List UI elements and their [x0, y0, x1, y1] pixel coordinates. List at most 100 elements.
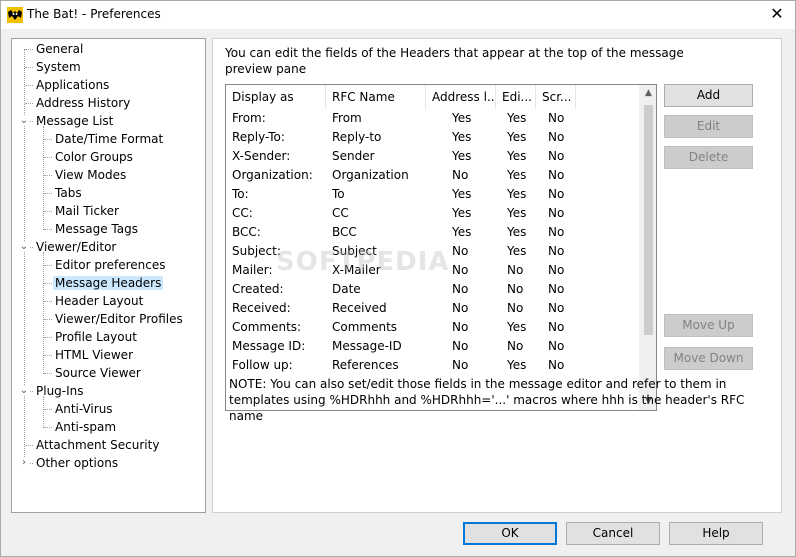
- tree-item[interactable]: Header Layout: [53, 292, 145, 310]
- tree-item[interactable]: Message Headers: [53, 274, 164, 292]
- cell-display-as: Message ID:: [232, 339, 306, 353]
- tree-item[interactable]: General: [34, 40, 85, 58]
- table-row[interactable]: Comments: Comments No Yes No: [226, 318, 640, 337]
- tree-item[interactable]: HTML Viewer: [53, 346, 135, 364]
- table-row[interactable]: Created: Date No No No: [226, 280, 640, 299]
- table-row[interactable]: CC: CC Yes Yes No: [226, 204, 640, 223]
- cell-screen: No: [548, 301, 565, 315]
- cell-address-list: No: [452, 282, 469, 296]
- chevron-down-icon[interactable]: ⌄: [19, 386, 29, 396]
- tree-item[interactable]: Plug-Ins: [34, 382, 86, 400]
- cell-editable: Yes: [507, 358, 527, 372]
- tree-connector: [44, 301, 52, 302]
- move-down-button[interactable]: Move Down: [664, 347, 753, 370]
- tree-item[interactable]: Message Tags: [53, 220, 140, 238]
- cell-address-list: Yes: [452, 130, 472, 144]
- tree-item[interactable]: Viewer/Editor: [34, 238, 118, 256]
- cell-screen: No: [548, 111, 565, 125]
- window-title: The Bat! - Preferences: [27, 7, 161, 21]
- chevron-down-icon[interactable]: ⌄: [19, 242, 29, 252]
- cell-display-as: BCC:: [232, 225, 261, 239]
- headers-list-scrollbar[interactable]: ▲ ▼: [639, 85, 656, 410]
- scroll-up-arrow-icon[interactable]: ▲: [640, 85, 656, 102]
- tree-item-label: Message List: [36, 114, 114, 128]
- tree-item[interactable]: Anti-Virus: [53, 400, 115, 418]
- table-row[interactable]: Follow up: References No Yes No: [226, 356, 640, 375]
- table-row[interactable]: Reply-To: Reply-to Yes Yes No: [226, 128, 640, 147]
- tree-connector: [25, 67, 33, 68]
- tree-item[interactable]: Message List: [34, 112, 115, 130]
- tree-item-label: Editor preferences: [55, 258, 166, 272]
- headers-list-header: Display as RFC Name Address l... Edi... …: [226, 85, 640, 109]
- help-button[interactable]: Help: [669, 522, 763, 545]
- close-icon[interactable]: ✕: [767, 4, 787, 24]
- column-rfc-name[interactable]: RFC Name: [326, 85, 426, 109]
- cell-editable: Yes: [507, 149, 527, 163]
- cell-screen: No: [548, 206, 565, 220]
- tree-item-label: Message Tags: [55, 222, 138, 236]
- cancel-button[interactable]: Cancel: [566, 522, 660, 545]
- scroll-thumb[interactable]: [644, 105, 653, 335]
- tree-item[interactable]: Other options: [34, 454, 120, 472]
- tree-item[interactable]: View Modes: [53, 166, 128, 184]
- cell-editable: Yes: [507, 130, 527, 144]
- tree-item[interactable]: Anti-spam: [53, 418, 118, 436]
- cell-editable: Yes: [507, 206, 527, 220]
- tree-item[interactable]: Editor preferences: [53, 256, 168, 274]
- tree-item[interactable]: Viewer/Editor Profiles: [53, 310, 185, 328]
- tree-item[interactable]: Attachment Security: [34, 436, 161, 454]
- delete-button[interactable]: Delete: [664, 146, 753, 169]
- edit-button[interactable]: Edit: [664, 115, 753, 138]
- column-display-as[interactable]: Display as: [226, 85, 326, 109]
- table-row[interactable]: BCC: BCC Yes Yes No: [226, 223, 640, 242]
- move-up-button[interactable]: Move Up: [664, 314, 753, 337]
- cell-rfc-name: Date: [332, 282, 361, 296]
- cell-address-list: Yes: [452, 206, 472, 220]
- tree-item[interactable]: Mail Ticker: [53, 202, 121, 220]
- cell-display-as: Reply-To:: [232, 130, 285, 144]
- cell-rfc-name: Comments: [332, 320, 398, 334]
- tree-item-label: Attachment Security: [36, 438, 160, 452]
- column-editable[interactable]: Edi...: [496, 85, 536, 109]
- softpedia-watermark: SOFTPEDIA: [276, 247, 450, 277]
- tree-item[interactable]: Date/Time Format: [53, 130, 165, 148]
- tree-item[interactable]: Applications: [34, 76, 111, 94]
- cell-display-as: Comments:: [232, 320, 302, 334]
- cell-screen: No: [548, 225, 565, 239]
- tree-item-label: Message Headers: [53, 276, 164, 290]
- tree-item-label: Address History: [36, 96, 131, 110]
- table-row[interactable]: X-Sender: Sender Yes Yes No: [226, 147, 640, 166]
- tree-item[interactable]: Profile Layout: [53, 328, 139, 346]
- table-row[interactable]: To: To Yes Yes No: [226, 185, 640, 204]
- table-row[interactable]: Received: Received No No No: [226, 299, 640, 318]
- tree-connector: [44, 283, 52, 284]
- tree-item-label: General: [36, 42, 84, 56]
- tree-connector: [44, 211, 52, 212]
- tree-item[interactable]: System: [34, 58, 83, 76]
- ok-button[interactable]: OK: [463, 522, 557, 545]
- add-button[interactable]: Add: [664, 84, 753, 107]
- note-text: NOTE: You can also set/edit those fields…: [229, 377, 745, 423]
- table-row[interactable]: Organization: Organization No Yes No: [226, 166, 640, 185]
- cell-rfc-name: To: [332, 187, 345, 201]
- chevron-down-icon[interactable]: ⌄: [19, 116, 29, 126]
- chevron-right-icon[interactable]: ›: [19, 458, 29, 468]
- tree-connector: [25, 85, 33, 86]
- column-screen[interactable]: Scr...: [536, 85, 576, 109]
- cell-screen: No: [548, 168, 565, 182]
- cell-screen: No: [548, 187, 565, 201]
- tree-item[interactable]: Source Viewer: [53, 364, 143, 382]
- table-row[interactable]: From: From Yes Yes No: [226, 109, 640, 128]
- preferences-tree[interactable]: General System Applications Address History…: [11, 38, 206, 513]
- tree-connector: [44, 157, 52, 158]
- intro-text: You can edit the fields of the Headers t…: [225, 46, 684, 76]
- cell-address-list: No: [452, 168, 469, 182]
- tree-item[interactable]: Tabs: [53, 184, 84, 202]
- table-row[interactable]: Message ID: Message-ID No No No: [226, 337, 640, 356]
- tree-item-label: Mail Ticker: [55, 204, 119, 218]
- column-address-list[interactable]: Address l...: [426, 85, 496, 109]
- tree-item[interactable]: Color Groups: [53, 148, 135, 166]
- tree-item[interactable]: Address History: [34, 94, 132, 112]
- cell-display-as: Received:: [232, 301, 291, 315]
- cell-display-as: Organization:: [232, 168, 313, 182]
